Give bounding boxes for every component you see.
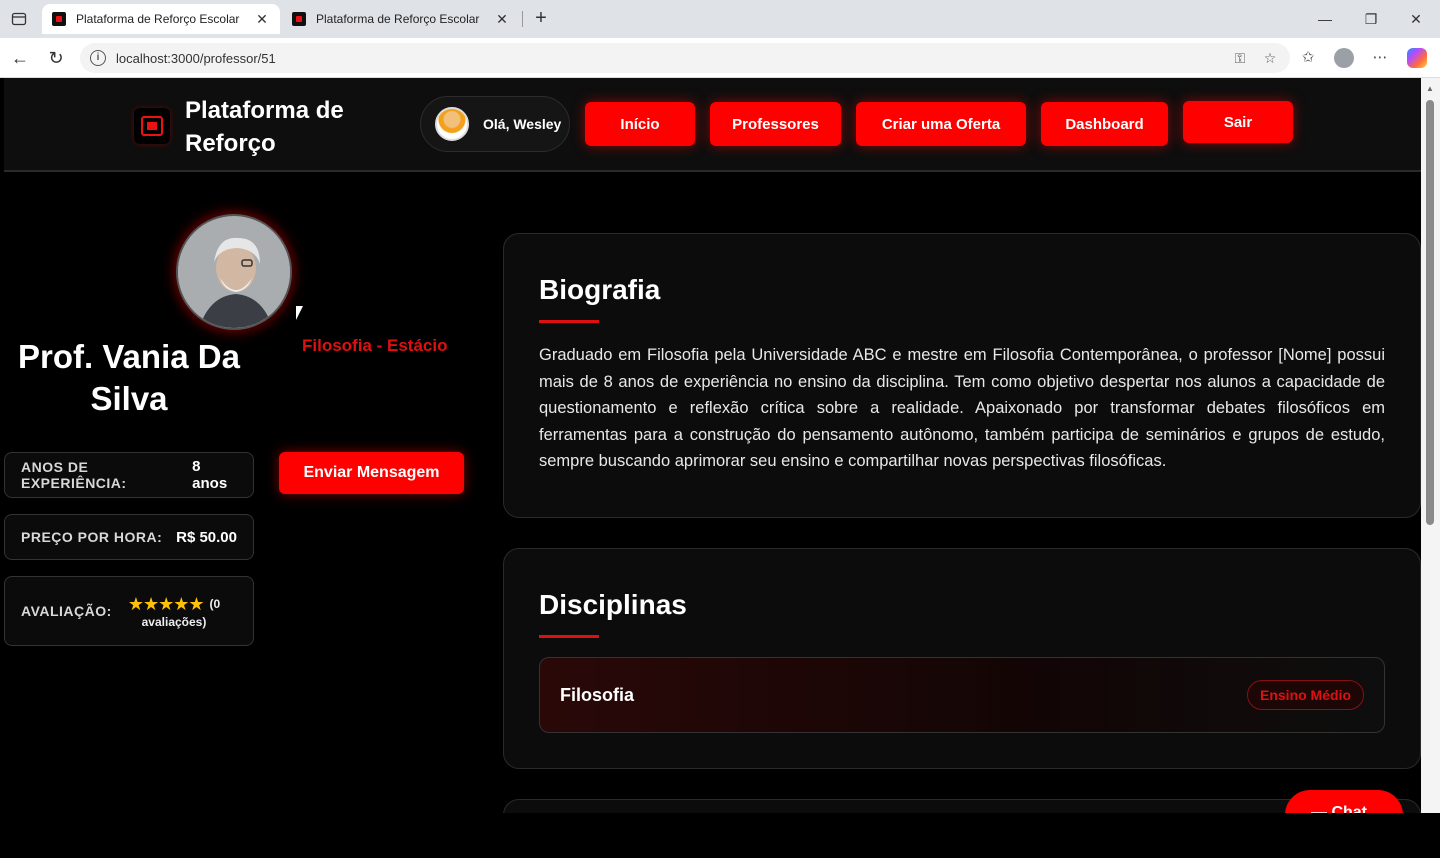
brand-title[interactable]: Plataforma de Reforço: [185, 94, 385, 160]
browser-tab-inactive[interactable]: Plataforma de Reforço Escolar ✕: [282, 4, 520, 34]
disciplines-title: Disciplinas: [539, 589, 687, 620]
discipline-item: Filosofia Ensino Médio: [539, 657, 1385, 733]
close-tab-icon[interactable]: ✕: [494, 11, 510, 27]
browser-address-bar: ← ↻ i localhost:3000/professor/51 ⚿ ☆ ✩ …: [0, 38, 1440, 78]
biography-card: Biografia Graduado em Filosofia pela Uni…: [503, 233, 1421, 518]
professor-subject-institution: Filosofia - Estácio: [302, 336, 448, 355]
site-favicon-icon: [52, 12, 66, 26]
rating-block: ★★★★★ (0 avaliações): [128, 594, 220, 629]
user-greeting-pill[interactable]: Olá, Wesley: [420, 96, 570, 152]
price-label: PREÇO POR HORA:: [21, 529, 163, 545]
user-avatar: [435, 107, 469, 141]
restore-window-button[interactable]: ❐: [1360, 8, 1382, 30]
tab-divider: [522, 11, 523, 27]
browser-tab-bar: Plataforma de Reforço Escolar ✕ Platafor…: [0, 0, 1440, 38]
rating-stat: AVALIAÇÃO: ★★★★★ (0 avaliações): [4, 576, 254, 646]
title-underline: [539, 320, 599, 323]
key-icon[interactable]: ⚿: [1230, 48, 1250, 68]
price-value: R$ 50.00: [176, 528, 237, 546]
experience-label: ANOS DE EXPERIÊNCIA:: [21, 459, 127, 491]
price-stat: PREÇO POR HORA: R$ 50.00: [4, 514, 254, 560]
mouse-cursor-icon: [296, 306, 310, 320]
biography-title: Biografia: [539, 274, 661, 305]
professor-name: Prof. Vania Da Silva: [18, 338, 240, 417]
tab-title: Plataforma de Reforço Escolar: [76, 12, 240, 26]
bottom-strip: [0, 813, 1440, 858]
greeting-text: Olá, Wesley: [483, 116, 562, 132]
rating-count-open: (0: [209, 597, 221, 611]
nav-home-button[interactable]: Início: [585, 102, 695, 146]
experience-stat: ANOS DE EXPERIÊNCIA: 8 anos: [4, 452, 254, 498]
scroll-up-icon[interactable]: ▲: [1426, 84, 1434, 93]
site-header: Plataforma de Reforço Olá, Wesley Início…: [4, 78, 1421, 172]
page-viewport: Plataforma de Reforço Olá, Wesley Início…: [4, 78, 1421, 813]
rating-label: AVALIAÇÃO:: [21, 603, 112, 619]
title-underline: [539, 635, 599, 638]
favorite-star-icon[interactable]: ☆: [1260, 48, 1280, 68]
experience-value: 8 anos: [192, 458, 228, 492]
send-message-button[interactable]: Enviar Mensagem: [279, 452, 464, 494]
tab-actions-icon[interactable]: [8, 8, 30, 30]
next-card: [503, 799, 1421, 813]
site-favicon-icon: [292, 12, 306, 26]
more-options-icon[interactable]: ⋯: [1368, 46, 1392, 70]
new-tab-button[interactable]: +: [530, 7, 552, 29]
scrollbar-thumb[interactable]: [1426, 100, 1434, 525]
favorites-icon[interactable]: ✩: [1296, 46, 1320, 70]
profile-icon[interactable]: [1332, 46, 1356, 70]
disciplines-card: Disciplinas Filosofia Ensino Médio: [503, 548, 1421, 769]
copilot-icon[interactable]: [1405, 46, 1429, 70]
browser-tab-active[interactable]: Plataforma de Reforço Escolar ✕: [42, 4, 280, 34]
discipline-name: Filosofia: [560, 684, 635, 705]
nav-create-offer-button[interactable]: Criar uma Oferta: [856, 102, 1026, 146]
url-input[interactable]: i localhost:3000/professor/51 ⚿ ☆: [80, 43, 1290, 73]
nav-dashboard-button[interactable]: Dashboard: [1041, 102, 1168, 146]
close-tab-icon[interactable]: ✕: [254, 11, 270, 27]
reload-icon[interactable]: ↻: [44, 46, 68, 70]
nav-teachers-button[interactable]: Professores: [710, 102, 841, 146]
site-info-icon[interactable]: i: [90, 50, 106, 66]
rating-stars-icon: ★★★★★: [127, 593, 205, 614]
chat-label: Chat: [1331, 804, 1368, 813]
chat-button[interactable]: ▬ Chat: [1285, 790, 1403, 813]
biography-text: Graduado em Filosofia pela Universidade …: [539, 346, 1385, 470]
logo-icon[interactable]: [134, 108, 170, 144]
page-scrollbar[interactable]: ▲: [1421, 78, 1440, 813]
rating-count-close: avaliações): [141, 614, 207, 629]
back-arrow-icon[interactable]: ←: [8, 46, 32, 70]
close-window-button[interactable]: ✕: [1405, 8, 1427, 30]
discipline-level-badge: Ensino Médio: [1247, 680, 1364, 710]
professor-photo: [176, 214, 292, 330]
chat-icon: ▬: [1311, 804, 1327, 813]
minimize-window-button[interactable]: —: [1314, 8, 1336, 30]
tab-title: Plataforma de Reforço Escolar: [316, 12, 480, 26]
url-text: localhost:3000/professor/51: [116, 50, 276, 66]
logout-button[interactable]: Sair: [1183, 101, 1293, 143]
